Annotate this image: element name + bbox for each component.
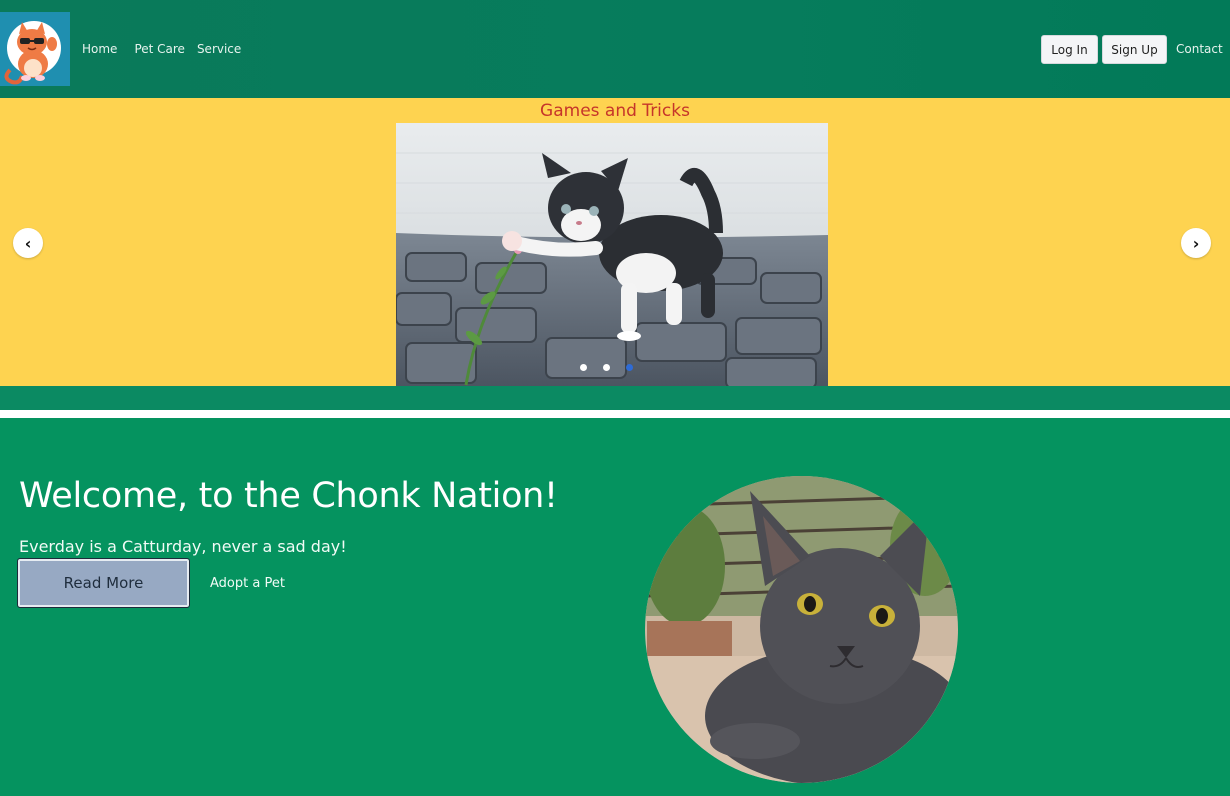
- section-divider: [0, 386, 1230, 410]
- nav-links: Home Pet Care Service: [82, 42, 258, 56]
- hero-subtitle: Everday is a Catturday, never a sad day!: [19, 537, 347, 556]
- grey-cat-photo: [645, 476, 958, 783]
- signup-button[interactable]: Sign Up: [1102, 35, 1167, 64]
- nav-pet-care-link[interactable]: Pet Care: [134, 42, 185, 56]
- login-button[interactable]: Log In: [1041, 35, 1098, 64]
- carousel-indicators: [580, 364, 649, 371]
- carousel-indicator-3[interactable]: [626, 364, 633, 371]
- hero-section: Welcome, to the Chonk Nation! Everday is…: [0, 418, 1230, 796]
- carousel-indicator-2[interactable]: [603, 364, 610, 371]
- cat-logo-icon[interactable]: [0, 12, 70, 86]
- adopt-pet-link[interactable]: Adopt a Pet: [210, 576, 285, 591]
- carousel-title: Games and Tricks: [540, 101, 690, 121]
- kitten-photo: [396, 123, 828, 386]
- carousel: Games and Tricks ‹ ›: [0, 98, 1230, 386]
- carousel-indicator-1[interactable]: [580, 364, 587, 371]
- nav-service-link[interactable]: Service: [197, 42, 241, 56]
- read-more-button[interactable]: Read More: [17, 558, 190, 608]
- chevron-right-icon[interactable]: ›: [1181, 228, 1211, 258]
- navbar: Home Pet Care Service Log In Sign Up Con…: [0, 0, 1230, 98]
- nav-contact-link[interactable]: Contact: [1176, 42, 1223, 56]
- hero-title: Welcome, to the Chonk Nation!: [19, 476, 558, 516]
- chevron-left-icon[interactable]: ‹: [13, 228, 43, 258]
- nav-home-link[interactable]: Home: [82, 42, 117, 56]
- spacer: [0, 410, 1230, 418]
